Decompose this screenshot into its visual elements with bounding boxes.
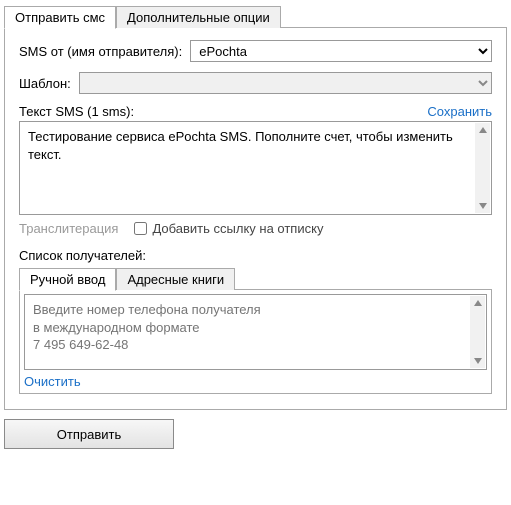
scroll-down-icon[interactable]: [475, 199, 490, 213]
translit-link: Транслитерация: [19, 221, 118, 236]
recipients-scrollbar[interactable]: [470, 296, 485, 368]
tab-manual-input[interactable]: Ручной ввод: [19, 268, 116, 291]
sender-label: SMS от (имя отправителя):: [19, 44, 182, 59]
template-label: Шаблон:: [19, 76, 71, 91]
sender-row: SMS от (имя отправителя): ePochta: [19, 40, 492, 62]
unsubscribe-checkbox-wrap[interactable]: Добавить ссылку на отписку: [134, 221, 323, 236]
message-options-row: Транслитерация Добавить ссылку на отписк…: [19, 221, 492, 236]
recipients-label: Список получателей:: [19, 248, 492, 263]
message-textarea-wrap: [19, 121, 492, 215]
scroll-up-icon[interactable]: [475, 123, 490, 137]
message-header-row: Текст SMS (1 sms): Сохранить: [19, 104, 492, 119]
tab-extra-options[interactable]: Дополнительные опции: [116, 6, 281, 28]
message-label: Текст SMS (1 sms):: [19, 104, 134, 119]
recipients-panel: Очистить: [19, 289, 492, 394]
template-row: Шаблон:: [19, 72, 492, 94]
tab-address-books[interactable]: Адресные книги: [116, 268, 235, 290]
template-select[interactable]: [79, 72, 492, 94]
scroll-up-icon[interactable]: [470, 296, 485, 310]
recipients-textarea-wrap: [24, 294, 487, 370]
main-tab-strip: Отправить смс Дополнительные опции: [4, 4, 507, 28]
unsubscribe-label: Добавить ссылку на отписку: [152, 221, 323, 236]
unsubscribe-checkbox[interactable]: [134, 222, 147, 235]
send-sms-panel: SMS от (имя отправителя): ePochta Шаблон…: [4, 27, 507, 410]
recipients-textarea[interactable]: [25, 295, 470, 369]
send-button[interactable]: Отправить: [4, 419, 174, 449]
message-textarea[interactable]: [20, 122, 475, 214]
scroll-down-icon[interactable]: [470, 354, 485, 368]
recipients-tab-strip: Ручной ввод Адресные книги: [19, 267, 492, 290]
save-link[interactable]: Сохранить: [427, 104, 492, 119]
sender-select[interactable]: ePochta: [190, 40, 492, 62]
tab-send-sms[interactable]: Отправить смс: [4, 6, 116, 29]
clear-link[interactable]: Очистить: [24, 374, 81, 389]
message-scrollbar[interactable]: [475, 123, 490, 213]
